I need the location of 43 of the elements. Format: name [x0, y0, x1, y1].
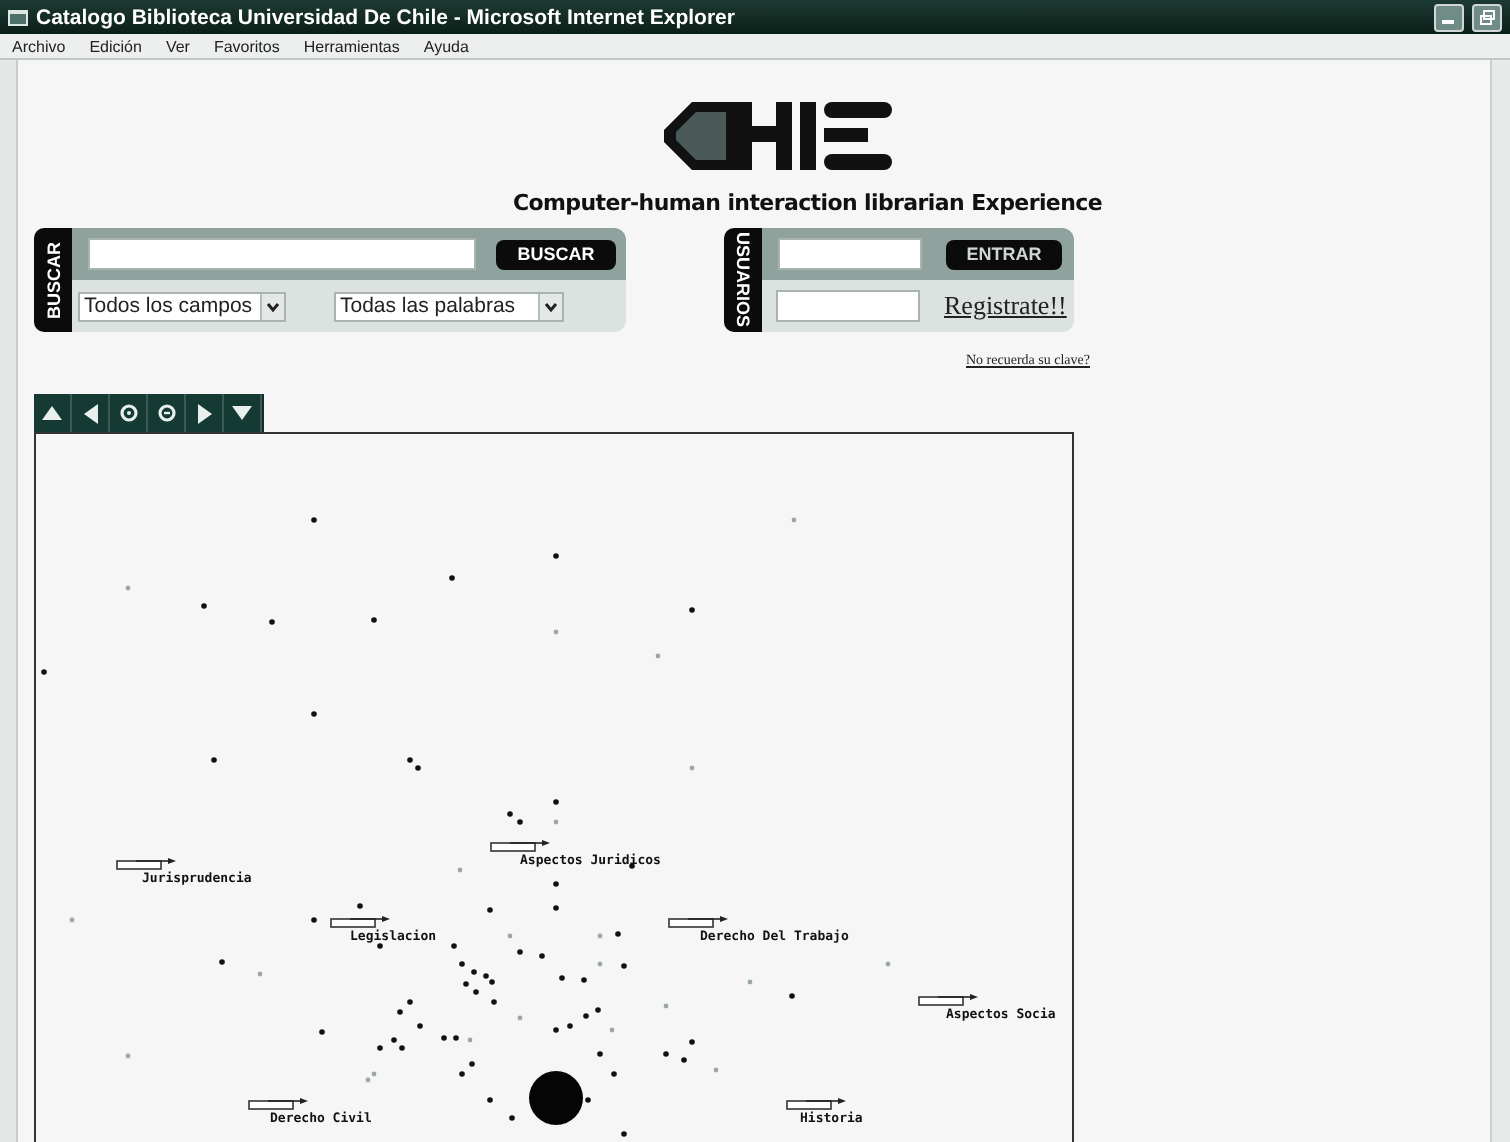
words-select[interactable]: Todas las palabras	[334, 291, 564, 321]
right-arrow-icon	[197, 403, 211, 423]
panel-label: USUARIOS	[733, 232, 753, 328]
arrow-icon	[248, 1098, 308, 1110]
menu-item[interactable]: Favoritos	[213, 37, 280, 55]
panel-label: BUSCAR	[43, 241, 63, 319]
arrow-icon	[668, 916, 728, 928]
left-arrow-icon	[83, 403, 97, 423]
menu-item[interactable]: Ver	[165, 37, 190, 55]
arrow-icon	[116, 858, 176, 870]
menu-item[interactable]: Archivo	[12, 37, 66, 55]
menu-item[interactable]: Herramientas	[303, 37, 400, 55]
zoom-in-icon	[119, 404, 137, 422]
username-field[interactable]	[778, 238, 922, 270]
window-title: Catalogo Biblioteca Universidad De Chile - Microsoft Internet Explorer	[36, 5, 737, 29]
caret-icon	[538, 293, 562, 319]
logo-icon	[660, 98, 896, 174]
arrow-icon	[786, 1098, 846, 1110]
navigation-button[interactable]	[72, 394, 110, 432]
field-select[interactable]: Todos los campos	[78, 291, 286, 321]
maximize-button[interactable]	[1472, 3, 1502, 31]
navigation-button[interactable]	[110, 394, 148, 432]
browser-icon	[8, 7, 28, 27]
up-arrow-icon	[42, 406, 62, 420]
search-button[interactable]: BUSCAR	[496, 239, 616, 269]
maximize-icon	[1479, 9, 1495, 25]
tagline: Computer-human interaction librarian Experience	[512, 190, 1102, 216]
zoom-out-icon	[157, 404, 175, 422]
arrow-icon	[490, 840, 550, 852]
menu-item[interactable]: Ayuda	[423, 37, 469, 55]
navigation-button[interactable]	[186, 394, 224, 432]
navigation-button[interactable]	[34, 394, 72, 432]
search-field[interactable]	[88, 238, 476, 270]
navigation-button[interactable]	[148, 394, 186, 432]
minimize-button[interactable]	[1434, 3, 1464, 31]
login-button[interactable]: ENTRAR	[946, 239, 1062, 269]
arrow-icon	[918, 994, 978, 1006]
caret-icon	[260, 293, 284, 319]
arrow-icon	[330, 916, 390, 928]
menu-item[interactable]: Edición	[89, 37, 142, 55]
navigation-button[interactable]	[224, 394, 262, 432]
down-arrow-icon	[232, 406, 252, 420]
password-field[interactable]	[776, 290, 920, 322]
